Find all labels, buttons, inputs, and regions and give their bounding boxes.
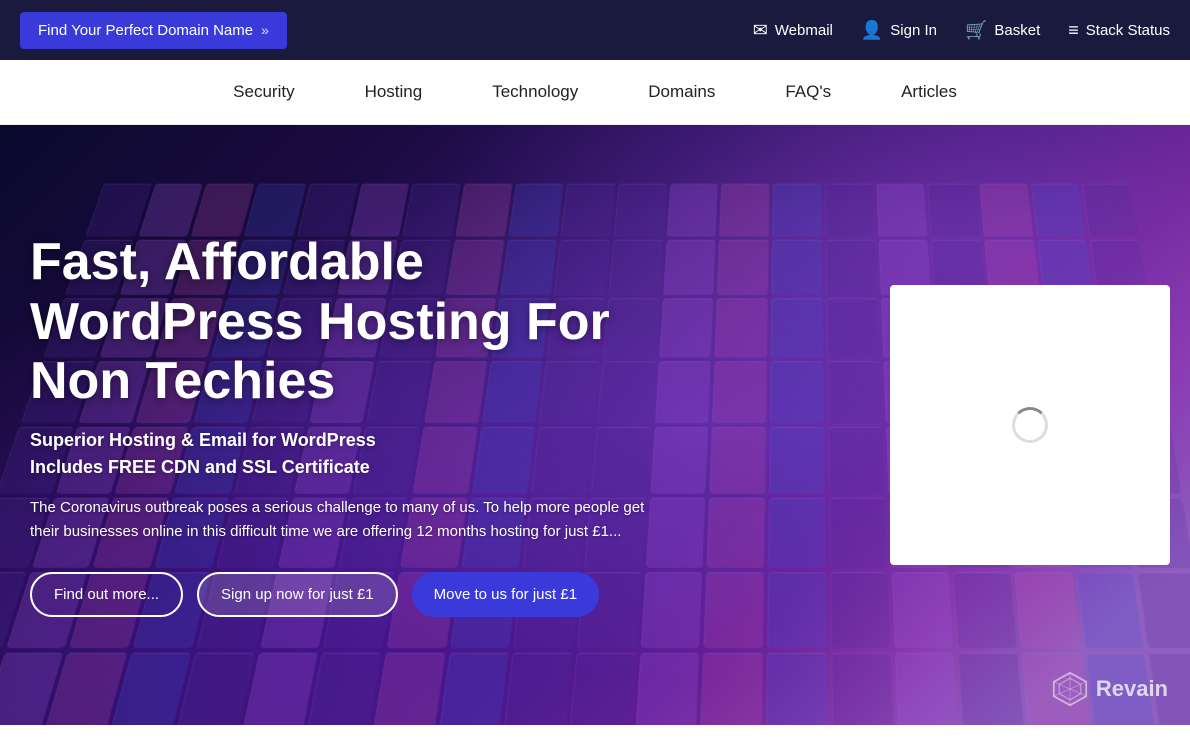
hero-content: Fast, Affordable WordPress Hosting For N… — [0, 233, 700, 617]
nav-security[interactable]: Security — [228, 62, 299, 122]
nav-faqs[interactable]: FAQ's — [780, 62, 836, 122]
nav-domains[interactable]: Domains — [643, 62, 720, 122]
hero-section: // Generate keyboard keys via JS const k… — [0, 125, 1190, 725]
basket-link[interactable]: 🛒 Basket — [965, 20, 1040, 41]
signin-label: Sign In — [890, 22, 937, 39]
stack-status-label: Stack Status — [1086, 22, 1170, 39]
hero-covid-text: The Coronavirus outbreak poses a serious… — [30, 496, 670, 544]
nav-hosting[interactable]: Hosting — [360, 62, 428, 122]
domain-button-label: Find Your Perfect Domain Name — [38, 22, 253, 39]
signin-link[interactable]: 👤 Sign In — [861, 20, 937, 41]
stack-status-link[interactable]: ≡ Stack Status — [1068, 20, 1170, 41]
webmail-link[interactable]: ✉ Webmail — [753, 20, 833, 41]
basket-icon: 🛒 — [965, 20, 987, 41]
move-to-us-button[interactable]: Move to us for just £1 — [412, 572, 599, 617]
loading-spinner — [1012, 407, 1048, 443]
hero-subtitle1: Superior Hosting & Email for WordPress — [30, 430, 670, 451]
nav-articles[interactable]: Articles — [896, 62, 962, 122]
topbar-nav: ✉ Webmail 👤 Sign In 🛒 Basket ≡ Stack Sta… — [753, 20, 1170, 41]
hero-title: Fast, Affordable WordPress Hosting For N… — [30, 233, 670, 412]
webmail-icon: ✉ — [753, 20, 768, 41]
webmail-label: Webmail — [775, 22, 833, 39]
find-out-more-button[interactable]: Find out more... — [30, 572, 183, 617]
hero-buttons: Find out more... Sign up now for just £1… — [30, 572, 670, 617]
revain-label: Revain — [1096, 676, 1168, 702]
signup-button[interactable]: Sign up now for just £1 — [197, 572, 398, 617]
revain-logo-icon — [1052, 671, 1088, 707]
main-nav: Security Hosting Technology Domains FAQ'… — [0, 60, 1190, 125]
domain-button[interactable]: Find Your Perfect Domain Name » — [20, 12, 287, 49]
topbar: Find Your Perfect Domain Name » ✉ Webmai… — [0, 0, 1190, 60]
domain-button-chevrons: » — [261, 22, 269, 38]
hero-subtitle2: Includes FREE CDN and SSL Certificate — [30, 457, 670, 478]
revain-watermark: Revain — [1052, 671, 1168, 707]
basket-label: Basket — [994, 22, 1040, 39]
stack-icon: ≡ — [1068, 20, 1079, 41]
loading-panel — [890, 285, 1170, 565]
user-icon: 👤 — [861, 20, 883, 41]
nav-technology[interactable]: Technology — [487, 62, 583, 122]
